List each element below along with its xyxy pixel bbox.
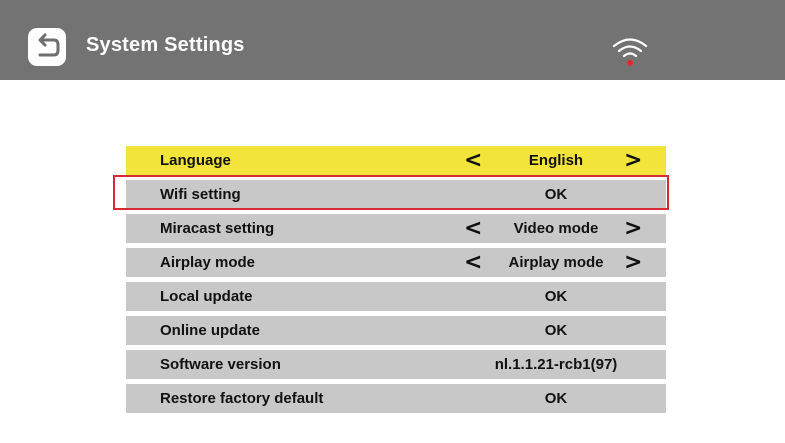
- setting-row-software-version[interactable]: Software version nl.1.1.21-rcb1(97): [126, 350, 666, 379]
- setting-label: Software version: [160, 356, 281, 373]
- header-bar: System Settings: [0, 0, 785, 80]
- setting-value: Airplay mode: [508, 254, 604, 271]
- setting-row-online-update[interactable]: Online update OK: [126, 316, 666, 345]
- setting-value: OK: [544, 322, 568, 339]
- wifi-icon: [612, 38, 648, 66]
- setting-label: Wifi setting: [160, 186, 241, 203]
- wifi-status-dot: [627, 60, 633, 66]
- back-arrow-icon: [38, 33, 60, 57]
- setting-label: Restore factory default: [160, 390, 324, 407]
- chevron-right-icon[interactable]: >: [624, 146, 642, 175]
- setting-row-local-update[interactable]: Local update OK: [126, 282, 666, 311]
- chevron-right-icon[interactable]: >: [624, 214, 642, 243]
- setting-label: Airplay mode: [160, 254, 256, 271]
- setting-value: Video mode: [513, 220, 599, 237]
- setting-value: OK: [544, 186, 568, 203]
- setting-row-miracast[interactable]: Miracast setting < Video mode >: [126, 214, 666, 243]
- setting-row-airplay[interactable]: Airplay mode < Airplay mode >: [126, 248, 666, 277]
- setting-row-language[interactable]: Language < English >: [126, 146, 666, 175]
- setting-row-factory-default[interactable]: Restore factory default OK: [126, 384, 666, 413]
- setting-label: Local update: [160, 288, 253, 305]
- setting-value: OK: [544, 288, 568, 305]
- setting-value: English: [528, 152, 584, 169]
- setting-value: nl.1.1.21-rcb1(97): [494, 356, 618, 373]
- back-button[interactable]: [28, 28, 66, 66]
- settings-menu: Language < English > Wifi setting OK Mir…: [126, 146, 666, 418]
- setting-label: Online update: [160, 322, 261, 339]
- chevron-right-icon[interactable]: >: [624, 248, 642, 277]
- setting-label: Language: [160, 152, 231, 169]
- setting-row-wifi[interactable]: Wifi setting OK: [126, 180, 666, 209]
- setting-value: OK: [544, 390, 568, 407]
- setting-label: Miracast setting: [160, 220, 275, 237]
- page-title: System Settings: [86, 34, 245, 56]
